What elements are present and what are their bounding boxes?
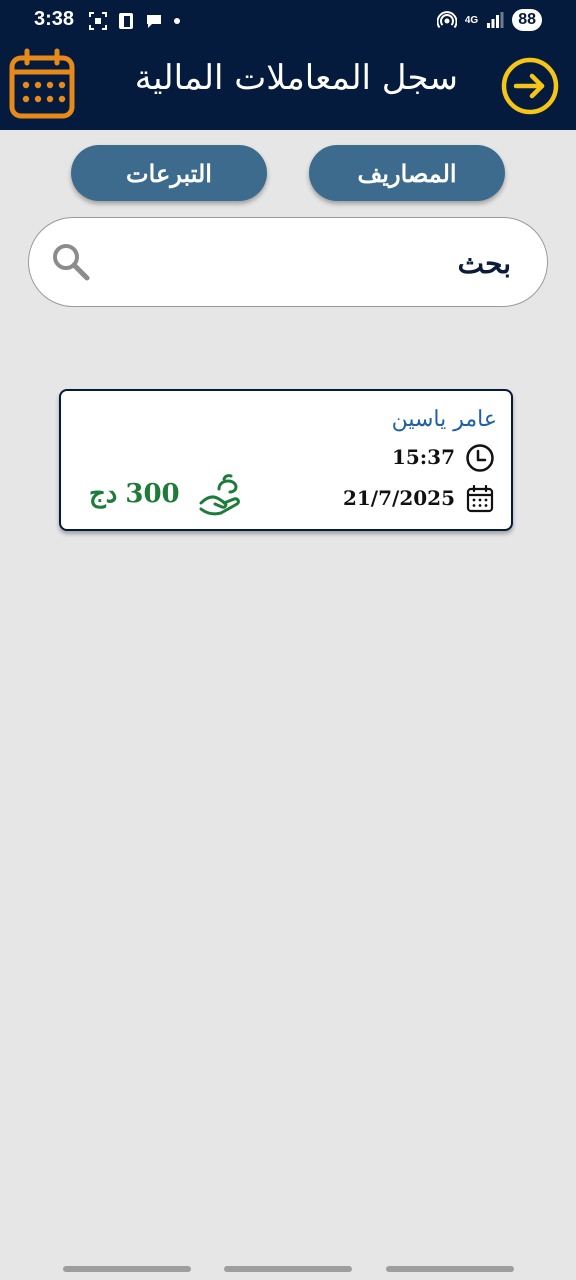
tab-expenses[interactable]: المصاريف: [309, 145, 505, 201]
clock-icon: [466, 444, 494, 472]
dot-icon: [174, 18, 180, 24]
donor-name: عامر ياسين: [391, 407, 497, 432]
calendar-icon: [9, 48, 75, 119]
search-input[interactable]: [109, 218, 513, 308]
donation-hand-icon: [199, 474, 240, 516]
gesture-navigation-bar: [0, 1262, 576, 1274]
calendar-button[interactable]: [8, 48, 76, 120]
device-icon: [119, 13, 133, 29]
chat-icon: [147, 15, 161, 28]
amount-currency: دج: [89, 479, 118, 509]
transaction-amount: دج 300: [89, 479, 180, 509]
network-type: 4G: [464, 14, 479, 26]
status-time: 3:38: [34, 8, 75, 30]
nav-pill-right[interactable]: [386, 1266, 514, 1272]
search-icon[interactable]: [51, 242, 91, 282]
nav-pill-left[interactable]: [63, 1266, 191, 1272]
signal-icon: [487, 12, 504, 28]
transaction-card[interactable]: عامر ياسين 15:37 21/7/2025 دج 300: [59, 389, 513, 531]
amount-value: 300: [125, 479, 180, 509]
screenshot-icon: [89, 12, 107, 30]
transaction-time: 15:37: [391, 445, 455, 469]
system-icons: 4G 88: [436, 9, 542, 31]
status-bar: 3:38 4G 88: [0, 0, 576, 44]
transaction-date: 21/7/2025: [342, 486, 455, 510]
hotspot-icon: [436, 11, 457, 29]
battery-indicator: 88: [512, 9, 542, 31]
search-bar: [28, 217, 548, 308]
page-title: سجل المعاملات المالية: [134, 58, 458, 98]
app-bar: سجل المعاملات المالية: [0, 44, 576, 130]
calendar-icon: [466, 484, 494, 513]
arrow-right-circle-icon: [501, 57, 559, 115]
nav-pill-center[interactable]: [224, 1266, 352, 1272]
back-button[interactable]: [500, 56, 560, 116]
notification-icons: [88, 11, 182, 31]
tab-donations[interactable]: التبرعات: [71, 145, 267, 201]
